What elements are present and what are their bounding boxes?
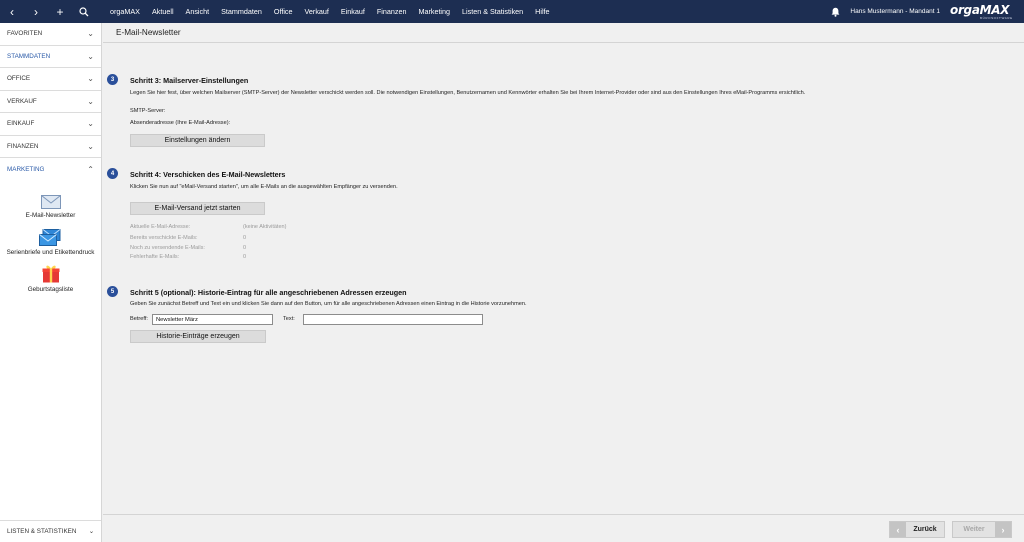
- sidebar: FAVORITEN ⌄ STAMMDATEN ⌄ OFFICE ⌄ VERKAUF ⌄ …: [0, 23, 102, 542]
- chevron-up-icon: ⌃: [87, 164, 94, 174]
- sidebar-item-finanzen[interactable]: FINANZEN ⌄: [0, 136, 101, 158]
- next-button[interactable]: Weiter ›: [952, 521, 1012, 538]
- sent-emails-value: 0: [243, 235, 247, 241]
- sidebar-item-listen-statistiken[interactable]: LISTEN & STATISTIKEN ⌄: [0, 520, 101, 542]
- chevron-down-icon: ⌄: [87, 74, 94, 84]
- marketing-tools: E-Mail-Newsletter Serienbriefe und Etike…: [0, 181, 101, 293]
- failed-emails-value: 0: [243, 254, 247, 260]
- forward-nav-button[interactable]: ›: [24, 0, 48, 23]
- sender-address-label: Absenderadresse (Ihre E-Mail-Adresse):: [130, 120, 231, 126]
- step-title: Schritt 3: Mailserver-Einstellungen: [130, 76, 249, 85]
- step-title: Schritt 5 (optional): Historie-Eintrag f…: [130, 288, 407, 297]
- wizard-footer: ‹ Zurück Weiter ›: [103, 514, 1024, 542]
- logo-subtext: BÜROSOFTWARE: [980, 15, 1013, 20]
- notifications-button[interactable]: [828, 0, 842, 23]
- step-description: Geben Sie zunächst Betreff und Text ein …: [130, 301, 527, 307]
- tool-geburtstagsliste[interactable]: Geburtstagsliste: [27, 265, 74, 293]
- start-email-send-button[interactable]: E-Mail-Versand jetzt starten: [130, 202, 265, 215]
- chevron-right-icon: ›: [995, 522, 1011, 537]
- main-content: E-Mail-Newsletter 3 Schritt 3: Mailserve…: [103, 23, 1024, 542]
- sidebar-item-label: VERKAUF: [7, 97, 37, 105]
- change-settings-button[interactable]: Einstellungen ändern: [130, 134, 265, 147]
- back-button-label: Zurück: [913, 526, 937, 533]
- tool-email-newsletter[interactable]: E-Mail-Newsletter: [25, 191, 76, 219]
- failed-emails-label: Fehlerhafte E-Mails:: [130, 254, 180, 260]
- sidebar-item-verkauf[interactable]: VERKAUF ⌄: [0, 91, 101, 113]
- back-nav-button[interactable]: ‹: [0, 0, 24, 23]
- sidebar-item-label: MARKETING: [7, 165, 45, 173]
- chevron-left-icon: ‹: [890, 522, 906, 537]
- sidebar-item-label: EINKAUF: [7, 120, 35, 128]
- chevron-right-icon: ›: [34, 4, 38, 19]
- back-button[interactable]: ‹ Zurück: [889, 521, 945, 538]
- chevron-down-icon: ⌄: [87, 141, 94, 151]
- chevron-down-icon: ⌄: [87, 119, 94, 129]
- orgamax-logo: orgaMAX BÜROSOFTWARE: [948, 0, 1024, 23]
- step-number-badge: 3: [107, 74, 118, 85]
- gift-icon: [42, 265, 59, 282]
- chevron-left-icon: ‹: [10, 4, 14, 19]
- sidebar-item-label: LISTEN & STATISTIKEN: [7, 528, 77, 535]
- tool-label: Serienbriefe und Etikettendruck: [6, 248, 95, 256]
- envelopes-icon: [39, 228, 61, 246]
- add-button[interactable]: +: [48, 0, 72, 23]
- search-icon: [79, 6, 89, 16]
- sidebar-item-stammdaten[interactable]: STAMMDATEN ⌄: [0, 46, 101, 68]
- menu-finanzen[interactable]: Finanzen: [377, 7, 407, 16]
- sidebar-item-label: FINANZEN: [7, 142, 39, 150]
- envelope-icon: [40, 194, 61, 209]
- subject-input[interactable]: Newsletter März: [152, 314, 273, 325]
- menu-marketing[interactable]: Marketing: [418, 7, 450, 16]
- tool-label: Geburtstagsliste: [27, 285, 74, 293]
- step-description: Legen Sie hier fest, über welchen Mailse…: [130, 90, 806, 96]
- smtp-server-label: SMTP-Server:: [130, 108, 166, 114]
- tool-serienbriefe[interactable]: Serienbriefe und Etikettendruck: [6, 228, 95, 256]
- menu-ansicht[interactable]: Ansicht: [186, 7, 210, 16]
- menu-aktuell[interactable]: Aktuell: [152, 7, 174, 16]
- create-history-button[interactable]: Historie-Einträge erzeugen: [130, 330, 266, 343]
- text-label: Text:: [283, 316, 295, 322]
- menu-office[interactable]: Office: [274, 7, 293, 16]
- sidebar-item-office[interactable]: OFFICE ⌄: [0, 68, 101, 91]
- menu-orgamax[interactable]: orgaMAX: [110, 7, 140, 16]
- page-title: E-Mail-Newsletter: [103, 23, 1024, 43]
- search-button[interactable]: [72, 0, 96, 23]
- step-title: Schritt 4: Verschicken des E-Mail-Newsle…: [130, 170, 286, 179]
- top-bar: ‹ › + orgaMAX Aktuell Ansicht Stammdaten…: [0, 0, 1024, 23]
- nav-buttons: ‹ › +: [0, 0, 96, 23]
- menu-stammdaten[interactable]: Stammdaten: [221, 7, 262, 16]
- step-number-badge: 5: [107, 286, 118, 297]
- next-button-label: Weiter: [963, 526, 985, 533]
- tool-label: E-Mail-Newsletter: [25, 211, 76, 219]
- sidebar-item-favoriten[interactable]: FAVORITEN ⌄: [0, 23, 101, 46]
- step-number-badge: 4: [107, 168, 118, 179]
- bell-icon: [831, 7, 840, 17]
- main-menu: orgaMAX Aktuell Ansicht Stammdaten Offic…: [110, 0, 562, 23]
- plus-icon: +: [56, 4, 64, 19]
- sidebar-item-label: FAVORITEN: [7, 30, 43, 38]
- top-right: Hans Mustermann - Mandant 1 orgaMAX BÜRO…: [828, 0, 1024, 23]
- chevron-down-icon: ⌄: [87, 96, 94, 106]
- subject-label: Betreff:: [130, 316, 148, 322]
- step-description: Klicken Sie nun auf "eMail-Versand start…: [130, 184, 398, 190]
- current-email-label: Aktuelle E-Mail-Adresse:: [130, 224, 191, 230]
- sidebar-item-label: OFFICE: [7, 75, 31, 83]
- sidebar-item-einkauf[interactable]: EINKAUF ⌄: [0, 113, 101, 136]
- sent-emails-label: Bereits verschickte E-Mails:: [130, 235, 198, 241]
- pending-emails-label: Noch zu versendende E-Mails:: [130, 245, 205, 251]
- pending-emails-value: 0: [243, 245, 247, 251]
- chevron-down-icon: ⌄: [88, 528, 94, 535]
- menu-einkauf[interactable]: Einkauf: [341, 7, 365, 16]
- menu-hilfe[interactable]: Hilfe: [535, 7, 549, 16]
- current-email-value: (keine Aktivitäten): [243, 224, 287, 230]
- menu-verkauf[interactable]: Verkauf: [305, 7, 329, 16]
- user-label[interactable]: Hans Mustermann - Mandant 1: [850, 8, 940, 15]
- sidebar-item-marketing[interactable]: MARKETING ⌃: [0, 158, 101, 181]
- menu-listen-statistiken[interactable]: Listen & Statistiken: [462, 7, 523, 16]
- chevron-down-icon: ⌄: [87, 51, 94, 61]
- sidebar-item-label: STAMMDATEN: [7, 52, 51, 60]
- chevron-down-icon: ⌄: [87, 29, 94, 39]
- logo-text: orgaMAX: [950, 2, 1010, 17]
- text-input[interactable]: [303, 314, 483, 325]
